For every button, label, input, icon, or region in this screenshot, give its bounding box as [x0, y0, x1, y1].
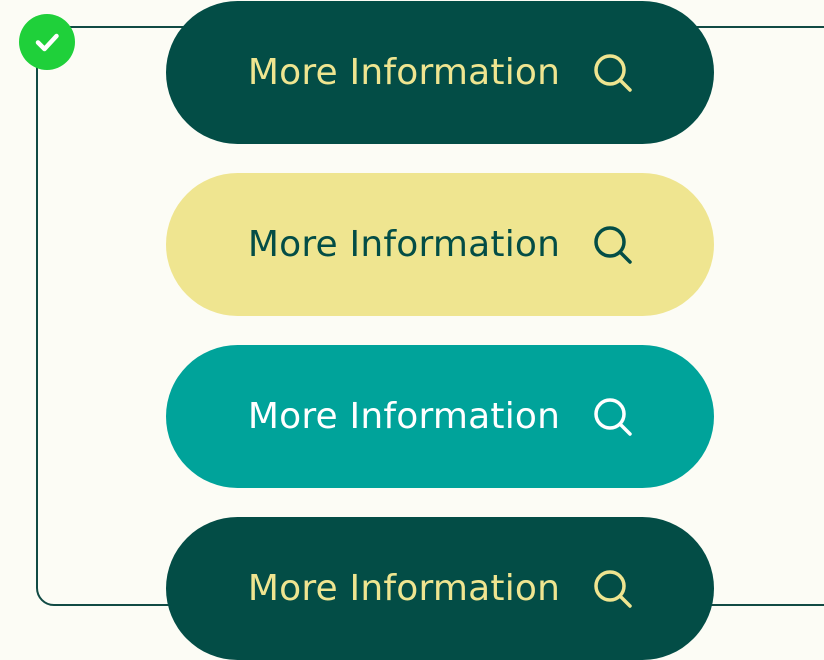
checkmark-badge: [19, 14, 75, 70]
more-information-button[interactable]: More Information: [166, 517, 714, 660]
more-information-button[interactable]: More Information: [166, 1, 714, 144]
more-information-button[interactable]: More Information: [166, 173, 714, 316]
button-label: More Information: [247, 52, 561, 93]
checkmark-icon: [35, 33, 59, 52]
search-icon: [590, 394, 636, 440]
search-icon: [590, 222, 636, 268]
more-information-button[interactable]: More Information: [166, 345, 714, 488]
button-label: More Information: [247, 224, 561, 265]
search-icon: [590, 50, 636, 96]
search-icon: [590, 566, 636, 612]
button-label: More Information: [247, 568, 561, 609]
button-label: More Information: [247, 396, 561, 437]
